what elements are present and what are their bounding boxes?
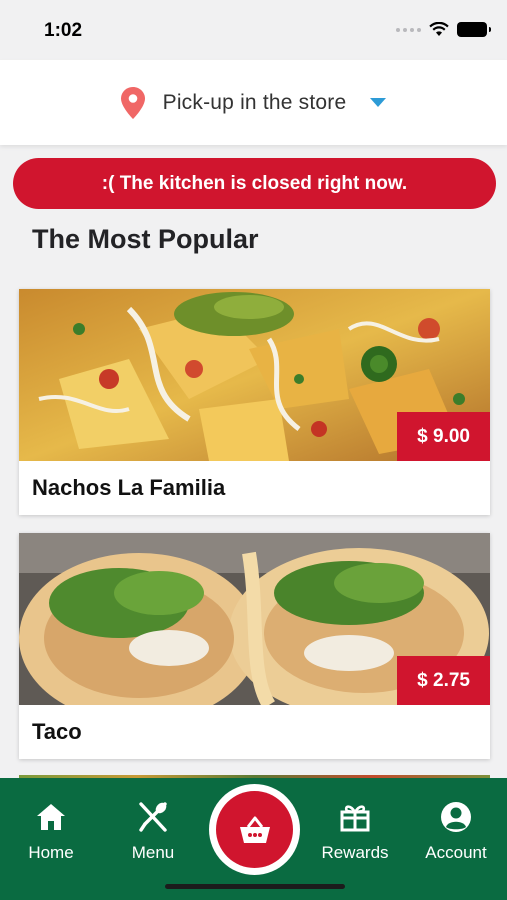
battery-icon [457,22,491,37]
menu-item-card[interactable]: $ 9.00 Nachos La Familia [19,289,490,515]
item-image-nachos: $ 9.00 [19,289,490,461]
nav-home-label: Home [28,843,74,862]
home-icon [37,804,65,830]
kitchen-closed-banner: :( The kitchen is closed right now. [13,158,496,209]
cart-button[interactable] [209,784,300,875]
nav-menu-label: Menu [131,843,175,862]
signal-icon [396,27,421,32]
cart-button-inner [216,791,293,868]
map-pin-icon [120,86,145,119]
pickup-location-label: Pick-up in the store [162,90,347,114]
gift-icon [340,805,370,832]
caret-down-icon [370,98,387,107]
status-icons [396,22,491,37]
nav-account[interactable]: Account [411,800,501,870]
nav-menu[interactable]: Menu [108,800,198,870]
item-image-taco: $ 2.75 [19,533,490,705]
price-tag: $ 9.00 [397,412,490,461]
home-indicator [165,884,345,889]
menu-item-card[interactable]: $ 2.75 Taco [19,533,490,759]
nav-rewards[interactable]: Rewards [310,800,400,870]
wifi-icon [429,22,449,36]
item-name: Taco [32,719,82,744]
account-icon [441,802,471,832]
nav-account-label: Account [425,843,487,862]
section-title: The Most Popular [32,224,259,254]
price-tag: $ 2.75 [397,656,490,705]
basket-icon [239,816,270,843]
status-time: 1:02 [44,20,83,41]
nav-rewards-label: Rewards [321,843,389,862]
fork-knife-icon [139,802,167,832]
pickup-location-selector[interactable]: Pick-up in the store [0,60,507,145]
item-name: Nachos La Familia [32,475,226,500]
status-bar: 1:02 [0,0,507,60]
nav-home[interactable]: Home [6,800,96,870]
